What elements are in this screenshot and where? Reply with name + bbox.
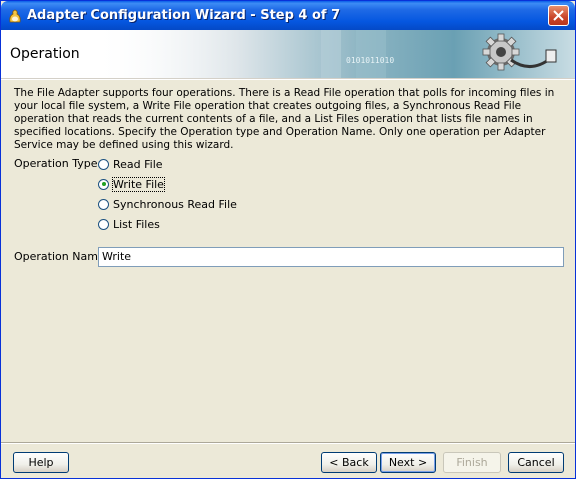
radio-button[interactable] bbox=[98, 218, 109, 230]
radio-list-files[interactable]: List Files bbox=[98, 216, 160, 232]
app-icon bbox=[9, 9, 21, 23]
radio-read-file[interactable]: Read File bbox=[98, 156, 163, 172]
radio-button[interactable] bbox=[98, 158, 109, 170]
title-bar[interactable]: Adapter Configuration Wizard - Step 4 of… bbox=[1, 1, 575, 30]
operation-name-input[interactable]: Write bbox=[98, 247, 564, 267]
radio-synchronous-read-file[interactable]: Synchronous Read File bbox=[98, 196, 237, 212]
radio-label: Write File bbox=[112, 176, 165, 192]
cancel-button[interactable]: Cancel bbox=[508, 452, 564, 473]
radio-label: List Files bbox=[113, 217, 160, 231]
step-banner: Operation 0101011010 bbox=[1, 30, 575, 78]
operation-name-label: Operation Name: bbox=[14, 250, 109, 263]
close-button[interactable] bbox=[548, 5, 569, 26]
finish-button[interactable]: Finish bbox=[443, 452, 501, 473]
back-button[interactable]: < Back bbox=[321, 452, 377, 473]
gear-plug-icon: 0101011010 bbox=[91, 30, 575, 78]
description-text: The File Adapter supports four operation… bbox=[14, 87, 555, 151]
radio-write-file[interactable]: Write File bbox=[98, 176, 165, 192]
button-bar-divider bbox=[1, 442, 575, 444]
svg-text:0101011010: 0101011010 bbox=[346, 56, 394, 65]
banner-divider bbox=[1, 78, 575, 80]
next-button[interactable]: Next > bbox=[380, 452, 436, 473]
help-button[interactable]: Help bbox=[13, 452, 69, 473]
radio-label: Synchronous Read File bbox=[113, 197, 237, 211]
radio-label: Read File bbox=[113, 157, 163, 171]
radio-button[interactable] bbox=[98, 178, 109, 190]
wizard-window: Adapter Configuration Wizard - Step 4 of… bbox=[0, 0, 576, 479]
operation-type-label: Operation Type: bbox=[14, 157, 102, 170]
close-icon bbox=[553, 10, 564, 21]
step-title: Operation bbox=[10, 46, 80, 62]
radio-button[interactable] bbox=[98, 198, 109, 210]
window-title: Adapter Configuration Wizard - Step 4 of… bbox=[27, 8, 341, 23]
